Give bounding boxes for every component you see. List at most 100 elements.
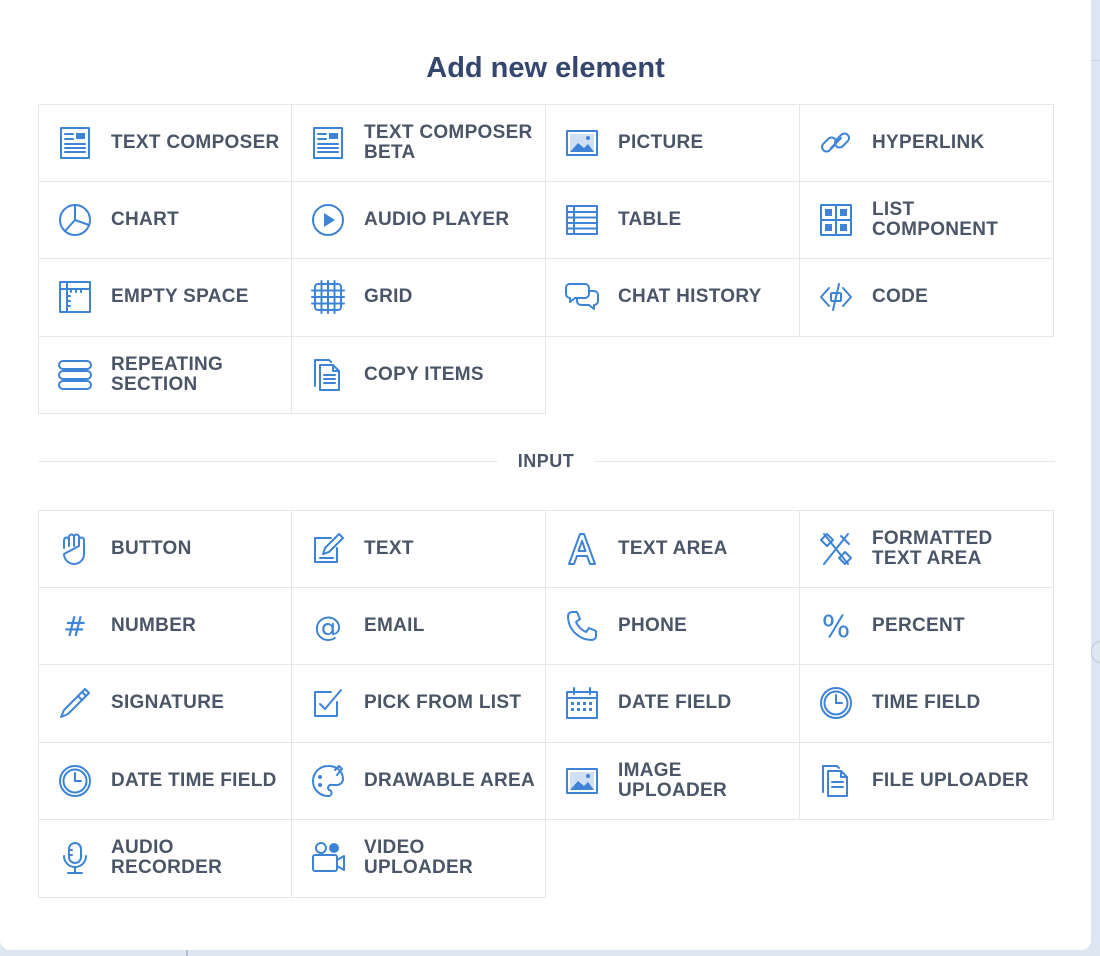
layout-tile-hyperlink[interactable]: HYPERLINK [800,104,1054,182]
text-area-icon [562,529,602,569]
percent-icon: % [816,606,856,646]
empty-space-icon [55,277,95,317]
tile-label: PICK FROM LIST [364,692,522,714]
svg-text:#: # [63,610,86,643]
tile-label: PERCENT [872,614,965,636]
layout-tile-code[interactable]: CODE [800,259,1054,337]
layout-elements-grid: TEXT COMPOSER TEXT COMPOSER BETA PICTURE HY… [38,104,1055,414]
input-tile-date-field[interactable]: DATE FIELD [546,665,800,743]
tile-label: GRID [364,286,413,308]
chart-icon [55,200,95,240]
input-elements-grid: BUTTON TEXT TEXT AREA FORMATTED TEXT AREA # N… [38,510,1055,898]
input-tile-video-uploader[interactable]: VIDEO UPLOADER [292,820,546,898]
text-composer-icon [55,123,95,163]
tile-label: TEXT [364,537,414,559]
input-tile-drawable-area[interactable]: DRAWABLE AREA [292,742,546,820]
tile-label: TEXT COMPOSER [111,131,280,153]
tile-label: COPY ITEMS [364,363,484,385]
picture-icon [562,761,602,801]
layout-tile-chart[interactable]: CHART [38,181,292,259]
layout-tile-text-composer[interactable]: TEXT COMPOSER [38,104,292,182]
audio-player-icon [308,200,348,240]
chat-history-icon [562,277,602,317]
hand-icon [55,529,95,569]
input-tile-number[interactable]: # NUMBER [38,587,292,665]
backdrop-handle [1090,640,1100,664]
tile-label: TEXT AREA [618,537,728,559]
tile-label: AUDIO RECORDER [111,837,223,879]
clock-icon [816,683,856,723]
layout-tile-copy-items[interactable]: COPY ITEMS [292,336,546,414]
input-tile-pick-from-list[interactable]: PICK FROM LIST [292,665,546,743]
formatted-text-icon [816,529,856,569]
tile-label: CODE [872,286,929,308]
tile-label: AUDIO PLAYER [364,208,510,230]
tile-label: NUMBER [111,614,197,636]
input-tile-percent[interactable]: % PERCENT [800,587,1054,665]
layout-tile-grid[interactable]: GRID [292,259,546,337]
code-icon [816,277,856,317]
layout-tile-table[interactable]: TABLE [546,181,800,259]
input-tile-formatted-text-area[interactable]: FORMATTED TEXT AREA [800,510,1054,588]
table-icon [562,200,602,240]
layout-tile-empty-space[interactable]: EMPTY SPACE [38,259,292,337]
grid-icon [308,277,348,317]
svg-text:%: % [822,610,851,645]
layout-tile-chat-history[interactable]: CHAT HISTORY [546,259,800,337]
input-tile-date-time-field[interactable]: DATE TIME FIELD [38,742,292,820]
tile-label: EMPTY SPACE [111,286,249,308]
tile-label: FORMATTED TEXT AREA [872,527,993,569]
repeating-section-icon [55,355,95,395]
input-tile-signature[interactable]: SIGNATURE [38,665,292,743]
copy-items-icon [308,355,348,395]
layout-tile-text-composer-beta[interactable]: TEXT COMPOSER BETA [292,104,546,182]
input-tile-email[interactable]: @ EMAIL [292,587,546,665]
add-element-modal: Add new element TEXT COMPOSER TEXT COMPOS… [0,0,1091,950]
input-tile-text[interactable]: TEXT [292,510,546,588]
input-tile-button[interactable]: BUTTON [38,510,292,588]
input-tile-image-uploader[interactable]: IMAGE UPLOADER [546,742,800,820]
input-tile-file-uploader[interactable]: FILE UPLOADER [800,742,1054,820]
microphone-icon [55,838,95,878]
at-icon: @ [308,606,348,646]
video-camera-icon [308,838,348,878]
tile-label: SIGNATURE [111,692,225,714]
input-tile-audio-recorder[interactable]: AUDIO RECORDER [38,820,292,898]
layout-tile-audio-player[interactable]: AUDIO PLAYER [292,181,546,259]
input-tile-phone[interactable]: PHONE [546,587,800,665]
file-icon [816,761,856,801]
tile-label: CHART [111,208,179,230]
hash-icon: # [55,606,95,646]
hyperlink-icon [816,123,856,163]
layout-tile-list-component[interactable]: LIST COMPONENT [800,181,1054,259]
tile-label: FILE UPLOADER [872,769,1029,791]
pen-icon [55,683,95,723]
tile-label: DATE TIME FIELD [111,769,277,791]
tile-label: IMAGE UPLOADER [618,759,728,801]
palette-icon [308,761,348,801]
tile-label: BUTTON [111,537,192,559]
tile-label: TIME FIELD [872,692,981,714]
tile-label: DRAWABLE AREA [364,769,536,791]
layout-tile-repeating-section[interactable]: REPEATING SECTION [38,336,292,414]
tile-label: DATE FIELD [618,692,732,714]
tile-label: REPEATING SECTION [111,353,224,395]
phone-icon [562,606,602,646]
tile-label: CHAT HISTORY [618,286,762,308]
tile-label: VIDEO UPLOADER [364,837,474,879]
layout-tile-picture[interactable]: PICTURE [546,104,800,182]
tile-label: EMAIL [364,614,425,636]
svg-text:@: @ [314,610,342,643]
input-tile-time-field[interactable]: TIME FIELD [800,665,1054,743]
tile-label: LIST COMPONENT [872,198,999,240]
tile-label: TABLE [618,208,682,230]
clock-icon [55,761,95,801]
tile-label: PICTURE [618,131,704,153]
input-section-label: INPUT [498,451,594,472]
list-component-icon [816,200,856,240]
picture-icon [562,123,602,163]
tile-label: HYPERLINK [872,131,985,153]
text-composer-icon [308,123,348,163]
input-tile-text-area[interactable]: TEXT AREA [546,510,800,588]
tile-label: PHONE [618,614,688,636]
